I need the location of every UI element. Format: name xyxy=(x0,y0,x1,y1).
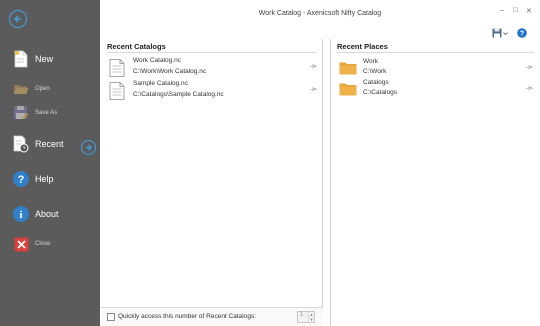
recent-place-item[interactable]: Catalogs C:\Catalogs -⊳ xyxy=(339,79,533,101)
recent-catalogs-heading: Recent Catalogs xyxy=(107,42,166,51)
chevron-down-icon xyxy=(503,31,508,35)
sidebar-item-label: About xyxy=(35,209,59,219)
sidebar-item-close[interactable]: Close xyxy=(12,233,50,255)
place-path: C:\Work xyxy=(363,68,387,75)
open-folder-icon xyxy=(12,80,30,98)
sidebar-item-label: Recent xyxy=(35,139,64,149)
place-name: Catalogs xyxy=(363,79,389,86)
back-button[interactable] xyxy=(9,10,27,28)
sidebar-item-label: Save As xyxy=(35,110,58,116)
place-path: C:\Catalogs xyxy=(363,89,397,96)
catalog-path: C:\Work\Work Catalog.nc xyxy=(133,68,207,75)
minimize-button[interactable]: – xyxy=(500,7,504,14)
stepper-value: 1 xyxy=(300,312,304,318)
info-icon: i xyxy=(12,205,30,223)
catalog-name: Sample Catalog.nc xyxy=(133,80,188,87)
catalog-file-icon xyxy=(109,59,125,77)
pin-icon[interactable]: -⊳ xyxy=(526,85,533,92)
pin-icon[interactable]: -⊳ xyxy=(526,64,533,71)
recent-places-heading: Recent Places xyxy=(337,42,388,51)
pin-icon[interactable]: -⊳ xyxy=(310,63,317,70)
catalog-name: Work Catalog.nc xyxy=(133,57,181,64)
title-bar: Work Catalog - Axenicsoft Nifty Catalog … xyxy=(100,0,540,26)
svg-text:i: i xyxy=(19,209,22,221)
sidebar-item-about[interactable]: i About xyxy=(12,203,59,225)
stepper-arrows[interactable]: ▲ ▼ xyxy=(308,312,314,322)
save-icon xyxy=(492,28,502,38)
recent-catalogs-panel: Recent Catalogs Work Catalog.nc C:\Work\… xyxy=(101,39,323,326)
arrow-left-icon xyxy=(14,15,21,23)
new-document-icon xyxy=(12,50,30,68)
recent-catalog-item[interactable]: Sample Catalog.nc C:\Catalogs\Sample Cat… xyxy=(109,80,317,102)
sidebar-item-new[interactable]: New xyxy=(12,48,53,70)
maximize-button[interactable]: □ xyxy=(513,7,517,14)
folder-icon xyxy=(339,83,357,96)
place-name: Work xyxy=(363,58,379,65)
help-icon: ? xyxy=(12,170,30,188)
recent-place-item[interactable]: Work C:\Work -⊳ xyxy=(339,58,533,80)
pin-icon[interactable]: -⊳ xyxy=(310,86,317,93)
recent-catalog-item[interactable]: Work Catalog.nc C:\Work\Work Catalog.nc … xyxy=(109,57,317,79)
window-title: Work Catalog - Axenicsoft Nifty Catalog xyxy=(258,10,382,17)
recent-places-panel: Recent Places Work C:\Work -⊳ Catalogs C… xyxy=(330,39,540,326)
quick-access-bar: Quickly access this number of Recent Cat… xyxy=(101,307,323,326)
help-circle-icon: ? xyxy=(517,28,527,38)
forward-button[interactable] xyxy=(81,140,96,155)
folder-icon xyxy=(339,62,357,75)
quick-access-checkbox[interactable] xyxy=(107,313,115,321)
sidebar-item-label: Open xyxy=(35,86,50,92)
recent-icon xyxy=(12,135,30,153)
catalog-path: C:\Catalogs\Sample Catalog.nc xyxy=(133,91,224,98)
divider xyxy=(337,52,534,53)
svg-text:?: ? xyxy=(18,174,25,186)
divider xyxy=(107,52,316,53)
arrow-right-icon xyxy=(85,144,93,151)
catalog-file-icon xyxy=(109,82,125,100)
save-as-icon xyxy=(12,104,30,122)
sidebar-item-save-as[interactable]: Save As xyxy=(12,102,57,124)
close-window-button[interactable]: ✕ xyxy=(526,7,532,15)
recent-count-stepper[interactable]: 1 ▲ ▼ xyxy=(297,311,315,323)
save-dropdown-button[interactable] xyxy=(492,27,508,39)
sidebar-item-recent[interactable]: Recent xyxy=(12,133,64,155)
backstage-sidebar: New Open Save As Recent ? Help i About C… xyxy=(0,0,100,326)
sidebar-item-label: New xyxy=(35,54,54,64)
close-icon xyxy=(12,235,30,253)
svg-text:?: ? xyxy=(520,31,524,38)
quick-access-label: Quickly access this number of Recent Cat… xyxy=(118,313,257,320)
help-button[interactable]: ? xyxy=(517,27,527,39)
sidebar-item-help[interactable]: ? Help xyxy=(12,168,54,190)
sidebar-item-label: Close xyxy=(35,241,51,247)
sidebar-item-open[interactable]: Open xyxy=(12,78,50,100)
sidebar-item-label: Help xyxy=(35,174,54,184)
